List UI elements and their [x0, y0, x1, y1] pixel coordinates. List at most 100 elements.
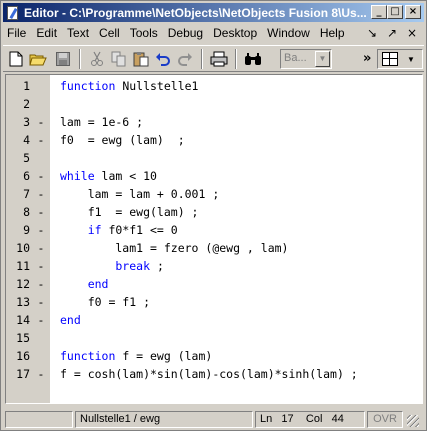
- save-icon[interactable]: [53, 49, 73, 69]
- toolbar-separator: [79, 49, 81, 69]
- code-token: lam1 = fzero (@ewg , lam): [60, 241, 289, 255]
- menu-window[interactable]: Window: [262, 24, 315, 43]
- breakpoint-marker[interactable]: -: [36, 203, 46, 221]
- breakpoint-marker[interactable]: -: [36, 365, 46, 383]
- toolbar-separator: [201, 49, 203, 69]
- layout-button[interactable]: ▼: [377, 49, 423, 69]
- paste-icon[interactable]: [131, 49, 151, 69]
- grid-layout-icon: [382, 52, 398, 66]
- status-function: Nullstelle1 / ewg: [75, 411, 253, 428]
- code-line[interactable]: 2: [23, 95, 422, 113]
- menu-file[interactable]: File: [3, 24, 31, 43]
- code-line[interactable]: 17- f = cosh(lam)*sin(lam)-cos(lam)*sinh(…: [16, 365, 422, 383]
- code-line[interactable]: 9- if f0*f1 <= 0: [23, 221, 422, 239]
- copy-icon[interactable]: [109, 49, 129, 69]
- code-text: lam1 = fzero (@ewg , lam): [60, 239, 288, 257]
- new-file-icon[interactable]: [6, 49, 26, 69]
- stack-combo[interactable]: Ba... ▼: [280, 49, 332, 69]
- breakpoint-marker[interactable]: -: [36, 293, 46, 311]
- menu-edit[interactable]: Edit: [31, 24, 62, 43]
- code-line[interactable]: 13- f0 = f1 ;: [16, 293, 422, 311]
- code-line[interactable]: 12- end: [16, 275, 422, 293]
- code-line[interactable]: 7- lam = lam + 0.001 ;: [23, 185, 422, 203]
- breakpoint-marker[interactable]: -: [36, 167, 46, 185]
- menu-help[interactable]: Help: [315, 24, 350, 43]
- breakpoint-marker[interactable]: -: [36, 257, 46, 275]
- code-token: f = ewg (lam): [122, 349, 213, 363]
- line-number: 1: [23, 79, 30, 93]
- ln-value: 17: [281, 413, 294, 425]
- code-area[interactable]: 1 function Nullstelle1 2 3- lam = 1e-6 ; 4- f0…: [16, 77, 422, 383]
- code-text: end: [60, 275, 109, 293]
- undo-icon[interactable]: [153, 49, 173, 69]
- breakpoint-marker[interactable]: -: [36, 311, 46, 329]
- line-number: 15: [16, 331, 30, 345]
- breakpoint-marker[interactable]: -: [36, 239, 46, 257]
- col-value: 44: [331, 413, 344, 425]
- code-line[interactable]: 16 function f = ewg (lam): [16, 347, 422, 365]
- code-line[interactable]: 15: [16, 329, 422, 347]
- dock-icon[interactable]: ↗: [382, 25, 402, 41]
- code-line[interactable]: 8- f1 = ewg(lam) ;: [23, 203, 422, 221]
- title-bar[interactable]: Editor - C:\Programme\NetObjects\NetObje…: [3, 3, 424, 22]
- undock-icon[interactable]: ↘: [362, 25, 382, 41]
- toolbar-overflow-icon[interactable]: »: [363, 51, 371, 66]
- code-text: function f = ewg (lam): [60, 347, 212, 365]
- print-icon[interactable]: [209, 49, 229, 69]
- menu-text[interactable]: Text: [62, 24, 94, 43]
- editor-app-icon[interactable]: [5, 5, 21, 21]
- code-line[interactable]: 4- f0 = ewg (lam) ;: [23, 131, 422, 149]
- toolbar-separator: [235, 49, 237, 69]
- status-bar: Nullstelle1 / ewg Ln 17 Col 44 OVR: [3, 409, 424, 429]
- breakpoint-marker[interactable]: -: [36, 275, 46, 293]
- keyword-token: function: [60, 79, 123, 93]
- line-number: 12: [16, 277, 30, 291]
- maximize-button[interactable]: □: [387, 5, 403, 19]
- chevron-down-icon[interactable]: ▼: [315, 51, 330, 67]
- stack-combo-value: Ba...: [284, 52, 307, 64]
- code-line[interactable]: 6- while lam < 10: [23, 167, 422, 185]
- minimize-button[interactable]: _: [371, 5, 387, 19]
- code-token: f0 = ewg (lam) ;: [60, 133, 185, 147]
- menu-cell[interactable]: Cell: [94, 24, 125, 43]
- code-text: while lam < 10: [60, 167, 157, 185]
- close-document-icon[interactable]: ×: [402, 25, 422, 41]
- code-line[interactable]: 11- break ;: [16, 257, 422, 275]
- status-cursor-position: Ln 17 Col 44: [255, 411, 365, 428]
- code-token: f0*f1 <= 0: [108, 223, 178, 237]
- keyword-token: function: [60, 349, 123, 363]
- code-text: if f0*f1 <= 0: [60, 221, 178, 239]
- code-text: end: [60, 311, 81, 329]
- editor-window: Editor - C:\Programme\NetObjects\NetObje…: [0, 0, 427, 431]
- cut-icon[interactable]: [87, 49, 107, 69]
- menu-debug[interactable]: Debug: [163, 24, 208, 43]
- resize-grip[interactable]: [407, 415, 419, 427]
- breakpoint-marker[interactable]: -: [36, 221, 46, 239]
- code-line[interactable]: 10- lam1 = fzero (@ewg , lam): [16, 239, 422, 257]
- menu-desktop[interactable]: Desktop: [208, 24, 262, 43]
- breakpoint-marker[interactable]: -: [36, 185, 46, 203]
- code-line[interactable]: 14- end: [16, 311, 422, 329]
- line-number: 5: [23, 151, 30, 165]
- code-editor[interactable]: 1 function Nullstelle1 2 3- lam = 1e-6 ; 4- f0…: [5, 74, 423, 404]
- col-label: Col: [305, 413, 323, 425]
- keyword-token: while: [60, 169, 102, 183]
- breakpoint-marker[interactable]: -: [36, 131, 46, 149]
- code-text: f = cosh(lam)*sin(lam)-cos(lam)*sinh(lam…: [60, 365, 358, 383]
- breakpoint-marker[interactable]: -: [36, 113, 46, 131]
- open-folder-icon[interactable]: [28, 49, 48, 69]
- code-token: f1 = ewg(lam) ;: [60, 205, 199, 219]
- close-button[interactable]: ×: [405, 5, 421, 19]
- code-line[interactable]: 5: [23, 149, 422, 167]
- keyword-token: if: [60, 223, 109, 237]
- code-line[interactable]: 3- lam = 1e-6 ;: [23, 113, 422, 131]
- line-number: 14: [16, 313, 30, 327]
- code-token: lam = 1e-6 ;: [60, 115, 144, 129]
- find-icon[interactable]: [243, 49, 263, 69]
- menu-tools[interactable]: Tools: [125, 24, 163, 43]
- redo-icon[interactable]: [175, 49, 195, 69]
- keyword-token: end: [60, 277, 109, 291]
- keyword-token: end: [60, 313, 81, 327]
- line-number: 3: [23, 115, 30, 129]
- code-line[interactable]: 1 function Nullstelle1: [23, 77, 422, 95]
